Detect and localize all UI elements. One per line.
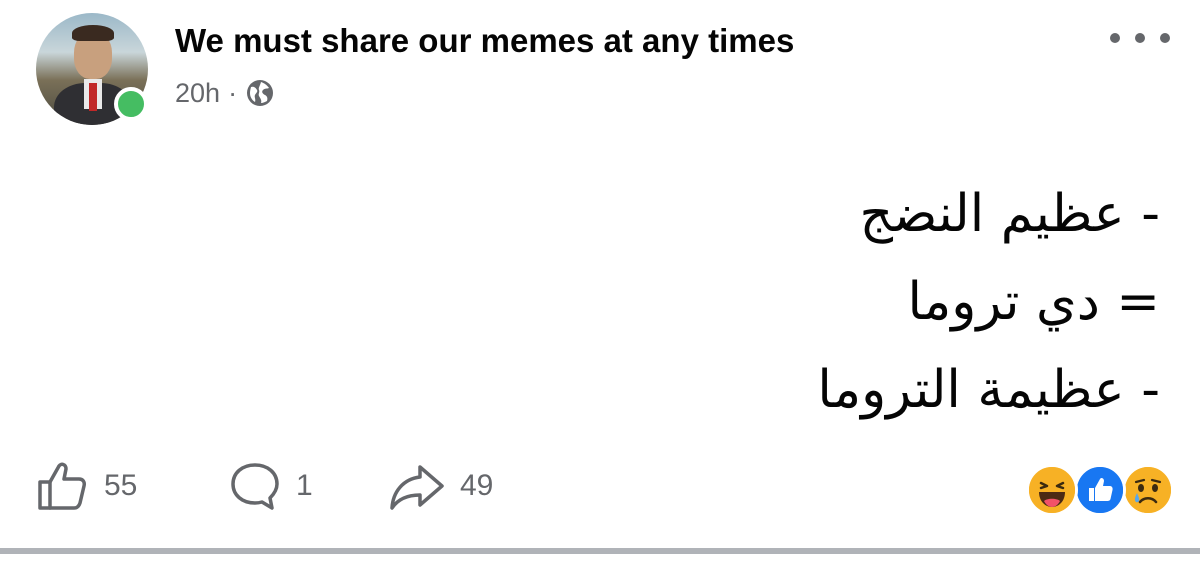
more-dot	[1110, 33, 1120, 43]
group-name[interactable]: We must share our memes at any times	[175, 22, 794, 60]
meta-separator: ·	[228, 77, 238, 108]
share-button[interactable]: 49	[388, 462, 493, 510]
post-text-line: - عظيمة التروما	[817, 360, 1160, 420]
thumbs-up-icon	[34, 458, 90, 514]
post-text-line: - عظيم النضج	[859, 184, 1160, 244]
like-reaction-icon	[1074, 464, 1126, 516]
post-header: We must share our memes at any times 20h…	[0, 0, 1200, 140]
comment-icon	[228, 459, 282, 513]
comment-button[interactable]: 1	[228, 462, 313, 510]
sad-reaction-icon	[1122, 464, 1174, 516]
comment-count: 1	[296, 469, 313, 502]
action-bar: 55 1 49	[0, 450, 1200, 522]
globe-icon	[245, 78, 275, 108]
post-time[interactable]: 20h	[175, 78, 220, 109]
post-text: - عظيم النضج = دي تروما - عظيمة التروما	[460, 170, 1160, 434]
online-status-dot	[114, 87, 148, 121]
more-dot	[1160, 33, 1170, 43]
haha-reaction-icon	[1026, 464, 1078, 516]
like-button[interactable]: 55	[34, 462, 137, 510]
more-dot	[1135, 33, 1145, 43]
share-arrow-icon	[388, 459, 446, 513]
reaction-summary[interactable]	[1026, 464, 1174, 516]
post-divider	[0, 548, 1200, 554]
more-options-icon[interactable]	[1110, 24, 1170, 52]
share-count: 49	[460, 469, 494, 502]
like-count: 55	[104, 469, 138, 502]
post-meta: 20h ·	[175, 76, 275, 110]
avatar-hair	[72, 25, 114, 41]
avatar-tie	[89, 83, 97, 111]
post-text-line: = دي تروما	[907, 272, 1160, 332]
